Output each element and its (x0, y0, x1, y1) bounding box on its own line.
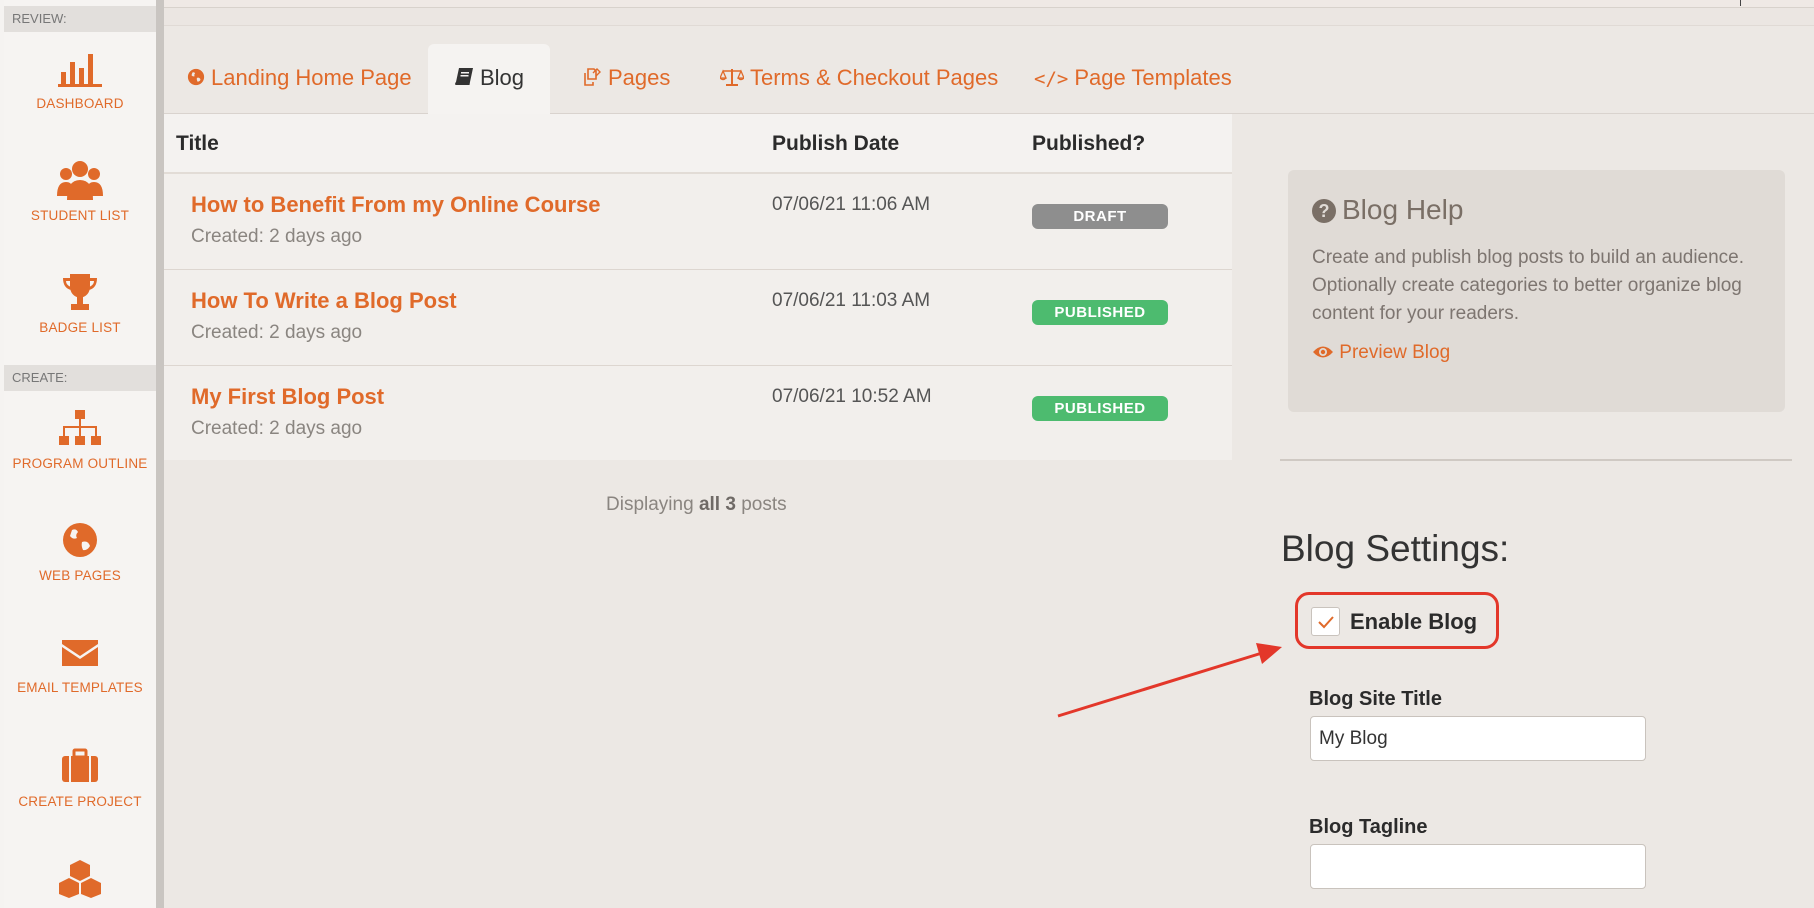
copy-icon (582, 44, 602, 112)
sidebar-scrollbar[interactable] (156, 0, 164, 908)
blog-settings-heading: Blog Settings: (1281, 528, 1510, 569)
tick-mark (1740, 0, 1741, 6)
sidebar-item-label: PROGRAM OUTLINE (12, 456, 148, 471)
post-publish-date: 07/06/21 11:03 AM (772, 290, 931, 311)
posts-count-value: all 3 (698, 494, 736, 515)
book-icon (454, 44, 474, 112)
tab-label: Blog (480, 65, 525, 90)
section-label-create: CREATE: (4, 365, 156, 391)
sidebar-item-badge-list[interactable]: BADGE LIST (4, 272, 156, 335)
posts-table: Title Publish Date Published? How to Ben… (164, 114, 1232, 460)
blog-tagline-label: Blog Tagline (1309, 816, 1428, 838)
tab-blog[interactable]: Blog (428, 44, 551, 115)
tab-landing-home-page[interactable]: Landing Home Page (187, 44, 412, 114)
sidebar-item-label: WEB PAGES (39, 568, 121, 583)
tab-terms-checkout-pages[interactable]: Terms & Checkout Pages (719, 44, 999, 114)
post-created: Created: 2 days ago (191, 226, 363, 247)
posts-count-prefix: Displaying (606, 494, 699, 515)
trophy-icon (4, 272, 156, 312)
envelope-icon (4, 632, 156, 672)
question-circle-icon: ? (1312, 199, 1336, 223)
table-header: Title Publish Date Published? (164, 114, 1232, 174)
sidebar-item-label: DASHBOARD (36, 96, 124, 111)
globe-icon (4, 520, 156, 560)
status-badge: DRAFT (1032, 204, 1168, 229)
help-title: ? Blog Help (1312, 194, 1761, 226)
posts-count-suffix: posts (735, 494, 787, 515)
tab-label: Landing Home Page (211, 65, 412, 90)
post-title-link[interactable]: How To Write a Blog Post (191, 288, 457, 314)
sidebar-item-label: BADGE LIST (39, 320, 121, 335)
blog-tagline-input[interactable] (1310, 844, 1646, 889)
tab-label: Pages (608, 65, 671, 90)
tab-label: Page Templates (1074, 65, 1232, 90)
column-header-published[interactable]: Published? (1032, 132, 1145, 156)
sidebar-item-label: STUDENT LIST (30, 208, 130, 223)
eye-icon (1312, 342, 1339, 363)
post-publish-date: 07/06/21 11:06 AM (772, 194, 931, 215)
enable-blog-checkbox[interactable] (1311, 607, 1340, 636)
post-title-link[interactable]: How to Benefit From my Online Course (191, 192, 600, 218)
tab-label: Terms & Checkout Pages (750, 65, 999, 90)
status-badge: PUBLISHED (1032, 300, 1168, 325)
sidebar-item-label: EMAIL TEMPLATES (17, 680, 143, 695)
tab-bar: Landing Home Page Blog Pages Terms & Che… (164, 44, 1814, 115)
sidebar: REVIEW: DASHBOARD STUDENT LIST BADGE LIS… (0, 0, 164, 908)
post-title-link[interactable]: My First Blog Post (191, 384, 384, 410)
post-created: Created: 2 days ago (191, 322, 363, 343)
tab-pages[interactable]: Pages (582, 44, 670, 114)
table-row: My First Blog Post Created: 2 days ago 0… (164, 366, 1232, 460)
enable-blog-label[interactable]: Enable Blog (1350, 609, 1477, 635)
sidebar-item-program-outline[interactable]: PROGRAM OUTLINE (4, 408, 156, 471)
column-header-title[interactable]: Title (176, 132, 219, 156)
blog-site-title-label: Blog Site Title (1309, 688, 1442, 710)
post-publish-date: 07/06/21 10:52 AM (772, 386, 932, 407)
cubes-icon (4, 858, 156, 898)
blog-help-panel: ? Blog Help Create and publish blog posts… (1288, 170, 1785, 412)
table-row: How To Write a Blog Post Created: 2 days… (164, 270, 1232, 366)
balance-scale-icon (719, 44, 745, 112)
sidebar-item-create-project[interactable]: CREATE PROJECT (4, 746, 156, 809)
globe-icon (187, 44, 205, 112)
users-icon (4, 160, 156, 200)
briefcase-icon (4, 746, 156, 786)
blog-site-title-input[interactable] (1310, 716, 1646, 761)
sidebar-item-email-templates[interactable]: EMAIL TEMPLATES (4, 632, 156, 695)
main-content: Landing Home Page Blog Pages Terms & Che… (164, 8, 1814, 908)
posts-count-text: Displaying all 3 posts (606, 494, 787, 516)
section-label-review: REVIEW: (4, 6, 156, 32)
table-row: How to Benefit From my Online Course Cre… (164, 174, 1232, 270)
code-icon: </> (1034, 68, 1069, 90)
sidebar-item-web-pages[interactable]: WEB PAGES (4, 520, 156, 583)
sidebar-item-student-list[interactable]: STUDENT LIST (4, 160, 156, 223)
help-title-text: Blog Help (1342, 194, 1464, 225)
column-header-publish-date[interactable]: Publish Date (772, 132, 899, 156)
sidebar-item-label: CREATE PROJECT (18, 794, 142, 809)
sidebar-item-dashboard[interactable]: DASHBOARD (4, 48, 156, 111)
tab-page-templates[interactable]: </> Page Templates (1034, 44, 1232, 114)
status-badge: PUBLISHED (1032, 396, 1168, 421)
preview-blog-label: Preview Blog (1339, 342, 1451, 363)
help-text: Create and publish blog posts to build a… (1312, 247, 1745, 324)
divider (1280, 459, 1792, 461)
post-created: Created: 2 days ago (191, 418, 363, 439)
top-strip (0, 0, 1814, 8)
bar-chart-icon (4, 48, 156, 88)
preview-blog-link[interactable]: Preview Blog (1312, 342, 1761, 364)
check-icon (1318, 616, 1334, 629)
main-top-bar (164, 8, 1814, 26)
sitemap-icon (4, 408, 156, 448)
sidebar-item-more[interactable] (4, 858, 156, 906)
